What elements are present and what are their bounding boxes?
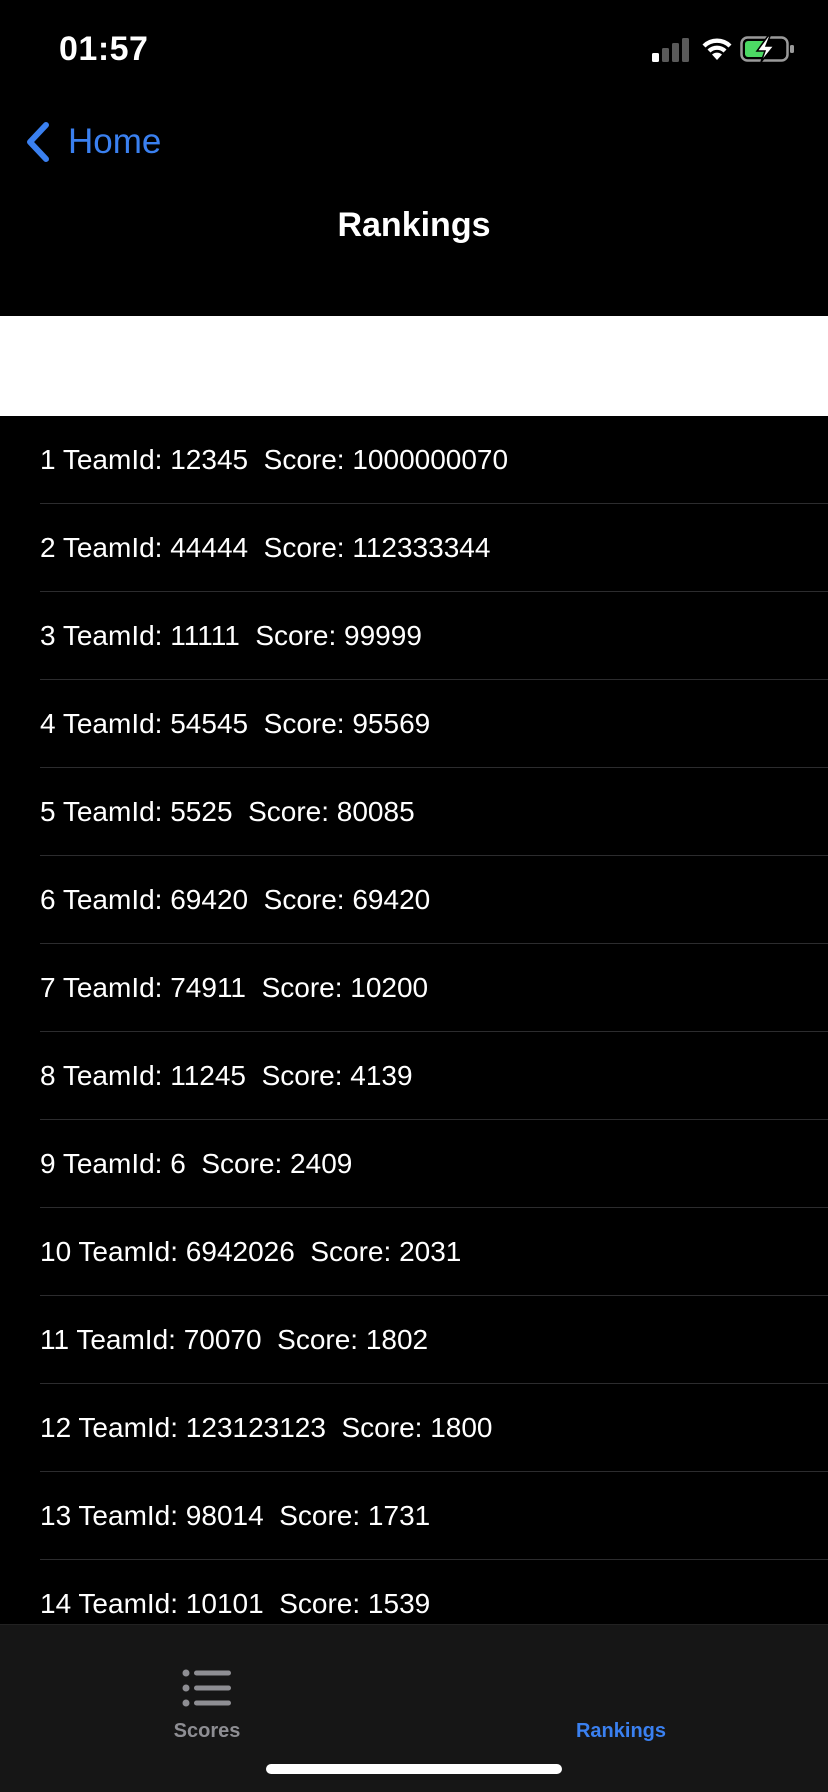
list-item[interactable]: 5 TeamId: 5525 Score: 80085 [0,768,828,856]
rankings-screen: 01:57 Home Rankings 1 TeamId: 12345 Scor… [0,0,828,1792]
list-item[interactable]: 6 TeamId: 69420 Score: 69420 [0,856,828,944]
wifi-icon [702,38,732,60]
ranking-text: 3 TeamId: 11111 Score: 99999 [40,620,422,651]
list-item[interactable]: 13 TeamId: 98014 Score: 1731 [0,1472,828,1560]
ranking-text: 14 TeamId: 10101 Score: 1539 [40,1588,431,1619]
ranking-text: 10 TeamId: 6942026 Score: 2031 [40,1236,462,1267]
list-item[interactable]: 14 TeamId: 10101 Score: 1539 [0,1560,828,1624]
cellular-signal-icon [652,38,689,62]
ranking-text: 5 TeamId: 5525 Score: 80085 [40,796,415,827]
tab-label: Rankings [575,1720,667,1742]
tab-rankings[interactable]: Rankings [414,1643,828,1743]
battery-charging-icon [740,35,794,63]
ranking-text: 12 TeamId: 123123123 Score: 1800 [40,1412,493,1443]
list-item[interactable]: 1 TeamId: 12345 Score: 1000000070 [0,416,828,504]
chevron-left-icon [27,122,49,162]
list-item[interactable]: 8 TeamId: 11245 Score: 4139 [0,1032,828,1120]
ranking-text: 1 TeamId: 12345 Score: 1000000070 [40,444,509,475]
tab-scores[interactable]: Scores [0,1643,414,1743]
status-time: 01:57 [59,30,149,68]
list-item[interactable]: 11 TeamId: 70070 Score: 1802 [0,1296,828,1384]
list-icon [182,1669,231,1707]
ranking-text: 8 TeamId: 11245 Score: 4139 [40,1060,413,1091]
back-button[interactable]: Home [24,118,161,166]
ranking-text: 9 TeamId: 6 Score: 2409 [40,1148,353,1179]
page-title: Rankings [337,206,491,244]
list-item[interactable]: 12 TeamId: 123123123 Score: 1800 [0,1384,828,1472]
list-item[interactable]: 10 TeamId: 6942026 Score: 2031 [0,1208,828,1296]
ranking-text: 6 TeamId: 69420 Score: 69420 [40,884,431,915]
home-indicator [266,1764,562,1774]
ranking-text: 11 TeamId: 70070 Score: 1802 [40,1324,429,1355]
tab-label: Scores [173,1720,241,1742]
list-item[interactable]: 9 TeamId: 6 Score: 2409 [0,1120,828,1208]
ranking-text: 13 TeamId: 98014 Score: 1731 [40,1500,431,1531]
list-item[interactable]: 2 TeamId: 44444 Score: 112333344 [0,504,828,592]
status-bar: 01:57 [0,0,828,100]
ranking-text: 4 TeamId: 54545 Score: 95569 [40,708,431,739]
list-item[interactable]: 4 TeamId: 54545 Score: 95569 [0,680,828,768]
list-item[interactable]: 3 TeamId: 11111 Score: 99999 [0,592,828,680]
list-item[interactable]: 7 TeamId: 74911 Score: 10200 [0,944,828,1032]
ranking-text: 2 TeamId: 44444 Score: 112333344 [40,532,491,563]
rankings-list[interactable]: 1 TeamId: 12345 Score: 1000000070 2 Team… [0,416,828,1624]
header-banner [0,316,828,416]
ranking-text: 7 TeamId: 74911 Score: 10200 [40,972,429,1003]
back-label: Home [68,122,162,161]
